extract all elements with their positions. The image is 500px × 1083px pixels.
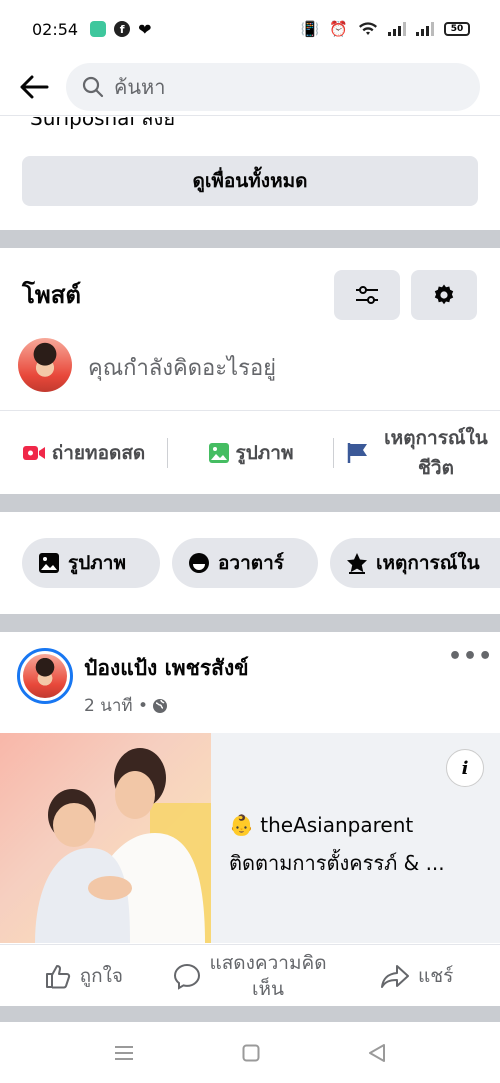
user-avatar[interactable] <box>18 338 72 392</box>
post-meta: 2 นาที • <box>84 692 168 719</box>
ad-info: i 👶 theAsianparent ติดตามการตั้งครรภ์ & … <box>211 733 500 943</box>
filter-button[interactable] <box>334 270 400 320</box>
vibrate-icon: 📳 <box>300 20 320 38</box>
star-icon <box>347 553 367 574</box>
photo-button[interactable]: รูปภาพ <box>168 411 333 494</box>
comment-label: แสดงความคิด เห็น <box>209 951 327 1000</box>
avatar-pill-label: อวาตาร์ <box>218 552 284 574</box>
avatar-pill-button[interactable]: อวาตาร์ <box>172 538 318 588</box>
wifi-icon <box>359 22 377 35</box>
filter-sliders-icon <box>356 286 378 304</box>
composer-input[interactable]: คุณกำลังคิดอะไรอยู่ <box>88 350 276 385</box>
photo-icon <box>39 553 59 573</box>
avatar-icon <box>189 553 209 573</box>
life-event-button[interactable]: เหตุการณ์ใน ชีวิต <box>334 411 500 494</box>
photo-pill-label: รูปภาพ <box>68 552 126 574</box>
share-label: แชร์ <box>418 964 454 987</box>
heart-icon: ❤ <box>138 19 152 39</box>
settings-button[interactable] <box>411 270 477 320</box>
section-divider <box>0 230 500 248</box>
life-event-label: เหตุการณ์ใน ชีวิต <box>384 426 488 479</box>
status-bar: 02:54 f ❤ 📳 ⏰ 50 <box>0 0 500 58</box>
live-video-label: ถ่ายทอดสด <box>51 441 146 464</box>
ad-image <box>0 733 211 943</box>
gear-icon <box>434 284 454 305</box>
globe-icon <box>153 698 168 713</box>
mother-baby-illustration <box>35 748 211 943</box>
search-placeholder: ค้นหา <box>114 74 166 99</box>
home-icon[interactable] <box>242 1044 260 1062</box>
section-divider <box>0 1006 500 1022</box>
photo-label: รูปภาพ <box>235 441 294 464</box>
like-button[interactable]: ถูกใจ <box>0 962 167 990</box>
post-time: 2 นาที • <box>84 696 149 716</box>
ad-subtitle: ติดตามการตั้งครรภ์ & ... <box>229 851 445 875</box>
friends-partial-text: Suriposnai สงย <box>30 117 176 129</box>
composer-actions: ถ่ายทอดสด รูปภาพ เหตุการณ์ใน ชีวิต <box>0 410 500 494</box>
comment-button[interactable]: แสดงความคิด เห็น <box>167 950 334 1002</box>
system-icons: 📳 ⏰ 50 <box>301 20 470 38</box>
photo-pill-button[interactable]: รูปภาพ <box>22 538 160 588</box>
post-reaction-bar: ถูกใจ แสดงความคิด เห็น แชร์ <box>0 944 500 1006</box>
alarm-icon: ⏰ <box>329 20 348 38</box>
search-icon <box>82 76 104 97</box>
app-notification-icon <box>90 21 107 37</box>
signal-icon-2 <box>416 22 434 36</box>
section-divider <box>0 614 500 632</box>
like-icon <box>45 964 70 988</box>
see-all-friends-button[interactable]: ดูเพื่อนทั้งหมด <box>22 156 478 206</box>
back-nav-icon[interactable] <box>368 1043 386 1063</box>
photo-icon <box>208 442 229 463</box>
search-header: ค้นหา <box>0 58 500 116</box>
life-event-pill-button[interactable]: เหตุการณ์ใน <box>330 538 500 588</box>
back-button[interactable] <box>16 69 52 105</box>
share-button[interactable]: แชร์ <box>333 963 500 989</box>
ad-title: 👶 theAsianparent <box>229 813 414 837</box>
live-video-icon <box>22 445 45 460</box>
facebook-icon: f <box>114 21 131 37</box>
comment-icon <box>174 963 201 990</box>
live-video-button[interactable]: ถ่ายทอดสด <box>0 411 167 494</box>
post-more-button[interactable]: ••• <box>448 644 493 669</box>
recent-apps-icon[interactable] <box>114 1045 134 1061</box>
signal-icon <box>388 22 406 36</box>
posts-title: โพสต์ <box>22 281 81 309</box>
life-event-flag-icon <box>347 442 368 463</box>
post-author-name[interactable]: ป๋องแป้ง เพชรสังข์ <box>84 652 249 685</box>
section-divider <box>0 494 500 512</box>
status-time: 02:54 <box>32 19 79 39</box>
back-arrow-icon <box>20 75 49 98</box>
search-input[interactable]: ค้นหา <box>66 62 480 111</box>
like-label: ถูกใจ <box>79 964 124 987</box>
life-event-pill-label: เหตุการณ์ใน <box>376 552 480 574</box>
share-icon <box>381 964 409 988</box>
link-preview-card[interactable]: i 👶 theAsianparent ติดตามการตั้งครรภ์ & … <box>0 733 500 943</box>
system-navigation-bar <box>0 1022 500 1083</box>
battery-icon: 50 <box>444 22 470 36</box>
info-button[interactable]: i <box>446 749 484 787</box>
notification-icons: f ❤ <box>90 19 152 39</box>
post-author-avatar[interactable] <box>17 648 73 704</box>
